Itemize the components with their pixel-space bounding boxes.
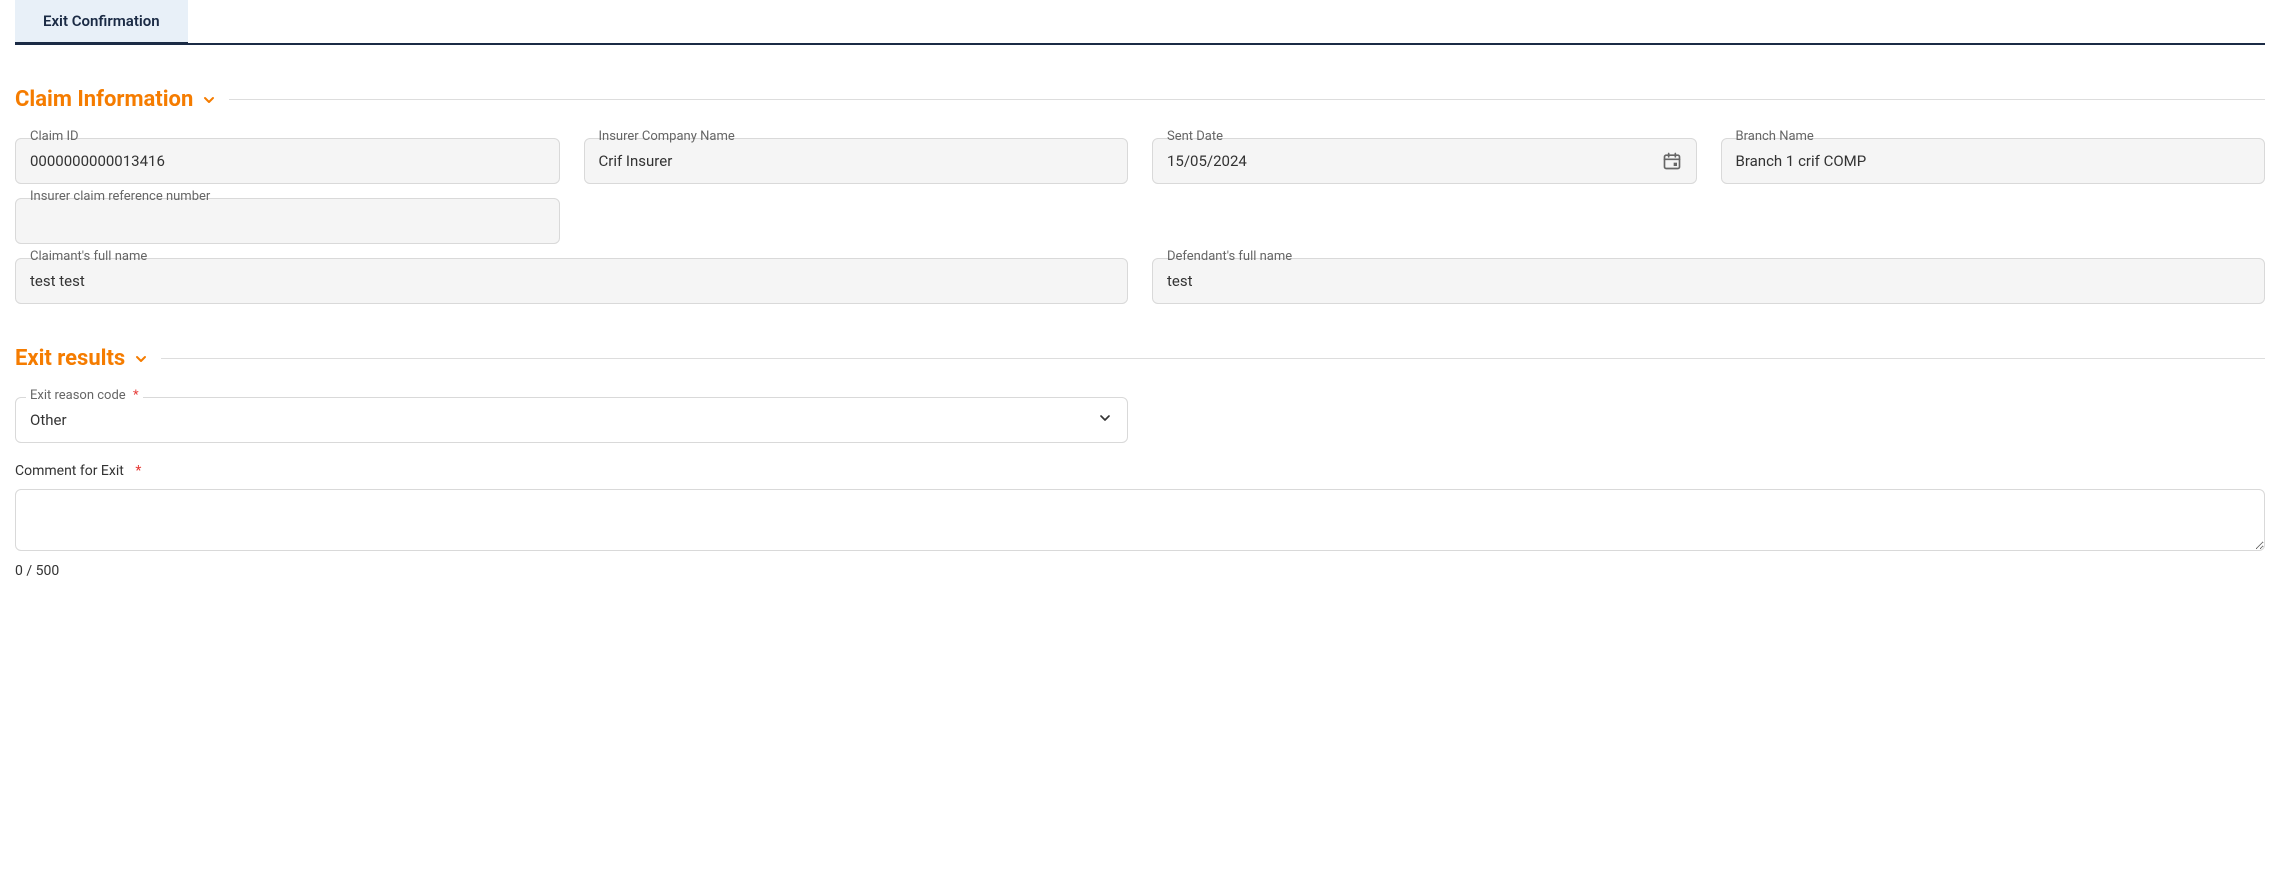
field-insurer-company-name: Insurer Company Name Crif Insurer (584, 138, 1129, 184)
section-header-claim-information[interactable]: Claim Information (15, 87, 2265, 112)
calendar-icon (1662, 151, 1682, 171)
section-divider (229, 99, 2265, 100)
label-comment-text: Comment for Exit (15, 463, 124, 479)
comment-char-counter: 0 / 500 (15, 563, 2265, 579)
field-insurer-claim-reference: Insurer claim reference number (15, 198, 560, 244)
section-divider (161, 358, 2265, 359)
label-branch-name: Branch Name (1732, 130, 1818, 143)
tab-exit-confirmation[interactable]: Exit Confirmation (15, 0, 188, 45)
field-defendant-full-name: Defendant's full name test (1152, 258, 2265, 304)
value-insurer-company: Crif Insurer (599, 152, 673, 170)
label-exit-reason-code-text: Exit reason code (30, 388, 126, 403)
value-sent-date: 15/05/2024 (1167, 152, 1247, 170)
comment-for-exit-textarea[interactable] (15, 489, 2265, 551)
tabs-bar: Exit Confirmation (15, 0, 2265, 45)
exit-reason-code-select[interactable]: Exit reason code * Other (15, 397, 1128, 443)
value-claimant-full-name: test test (30, 272, 85, 290)
required-mark: * (133, 388, 139, 403)
label-claimant-full-name: Claimant's full name (26, 250, 151, 263)
label-insurer-claim-reference: Insurer claim reference number (26, 190, 214, 203)
tab-label: Exit Confirmation (43, 12, 160, 30)
label-comment-for-exit: Comment for Exit * (15, 463, 2265, 479)
field-comment-for-exit: Comment for Exit * 0 / 500 (15, 463, 2265, 579)
label-insurer-company: Insurer Company Name (595, 130, 739, 143)
value-claim-id: 0000000000013416 (30, 152, 165, 170)
chevron-down-icon (133, 351, 149, 367)
value-branch-name: Branch 1 crif COMP (1736, 152, 1867, 170)
value-exit-reason-code: Other (30, 411, 67, 429)
field-sent-date: Sent Date 15/05/2024 (1152, 138, 1697, 184)
field-claim-id: Claim ID 0000000000013416 (15, 138, 560, 184)
label-claim-id: Claim ID (26, 130, 83, 143)
label-defendant-full-name: Defendant's full name (1163, 250, 1296, 263)
field-exit-reason-code: Exit reason code * Other (15, 397, 1128, 443)
chevron-down-icon (201, 92, 217, 108)
section-title-claim-information: Claim Information (15, 87, 217, 112)
value-defendant-full-name: test (1167, 272, 1193, 290)
section-title-text: Exit results (15, 346, 125, 371)
section-title-text: Claim Information (15, 87, 193, 112)
field-claimant-full-name: Claimant's full name test test (15, 258, 1128, 304)
chevron-down-icon (1097, 410, 1113, 430)
label-exit-reason-code: Exit reason code * (26, 389, 143, 402)
field-branch-name: Branch Name Branch 1 crif COMP (1721, 138, 2266, 184)
section-header-exit-results[interactable]: Exit results (15, 346, 2265, 371)
required-mark: * (135, 463, 141, 479)
label-sent-date: Sent Date (1163, 130, 1227, 143)
section-title-exit-results: Exit results (15, 346, 149, 371)
